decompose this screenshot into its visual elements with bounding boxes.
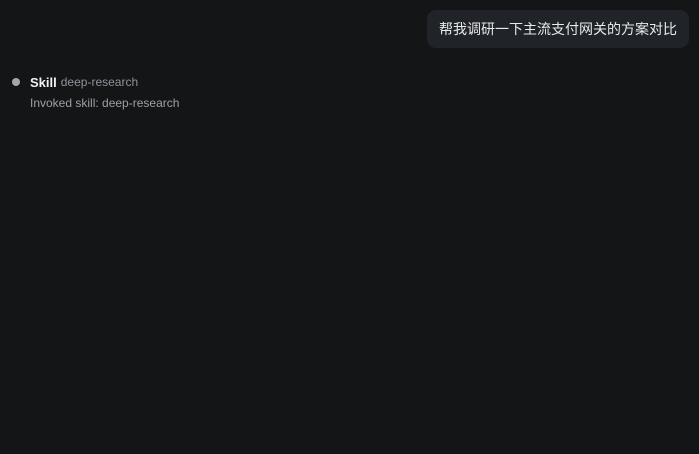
- user-message-bubble: 帮我调研一下主流支付网关的方案对比: [427, 10, 689, 48]
- skill-event-name: deep-research: [60, 75, 139, 89]
- skill-event-title: Skill: [30, 74, 57, 90]
- user-message-text: 帮我调研一下主流支付网关的方案对比: [439, 21, 677, 37]
- chat-panel: 帮我调研一下主流支付网关的方案对比 Skill deep-research In…: [0, 0, 699, 454]
- skill-event-detail: Invoked skill: deep-research: [30, 96, 180, 110]
- status-dot-icon: [12, 78, 20, 86]
- skill-event: Skill deep-research Invoked skill: deep-…: [12, 73, 179, 111]
- skill-event-header: Skill deep-research: [12, 73, 179, 91]
